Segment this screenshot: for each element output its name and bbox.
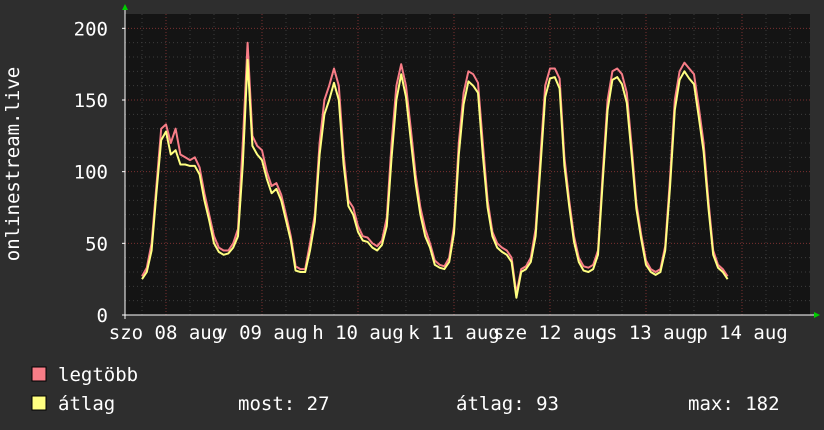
x-tick-label: h 10 aug	[312, 322, 404, 344]
y-axis-label: onlinestream.live	[2, 67, 24, 261]
x-tick-label: p 14 aug	[696, 322, 788, 344]
y-tick-label: 100	[74, 162, 108, 184]
stat-max: max: 182	[688, 393, 780, 415]
y-tick-labels: 0 50 100 150 200	[74, 18, 108, 327]
stat-most: most: 27	[238, 393, 330, 415]
legend-label-atlag: átlag	[58, 393, 115, 415]
legend: legtöbb átlag most: 27 átlag: 93 max: 18…	[31, 364, 780, 415]
x-tick-label: sze 12 aug	[493, 322, 607, 344]
x-axis-arrow	[814, 312, 820, 318]
y-axis-arrow	[122, 4, 128, 10]
x-tick-label: cs 13 aug	[595, 322, 698, 344]
chart: 0 50 100 150 200 szo 08 augv 09 aug h 10 aug k…	[2, 4, 820, 415]
y-tick-label: 200	[74, 18, 108, 40]
y-tick-label: 150	[74, 90, 108, 112]
plot-background	[125, 14, 810, 315]
stat-atlag: átlag: 93	[456, 393, 559, 415]
legend-label-legtobb: legtöbb	[58, 364, 138, 386]
x-tick-label: v 09 aug	[216, 322, 308, 344]
y-tick-label: 0	[97, 305, 108, 327]
legend-swatch-atlag	[31, 395, 47, 411]
legend-swatch-legtobb	[31, 366, 47, 382]
x-tick-label: szo 08 aug	[109, 322, 223, 344]
y-tick-label: 50	[85, 233, 108, 255]
x-tick-label: k 11 aug	[408, 322, 500, 344]
x-tick-labels: szo 08 augv 09 aug h 10 aug k 11 augsze 12…	[109, 322, 788, 344]
